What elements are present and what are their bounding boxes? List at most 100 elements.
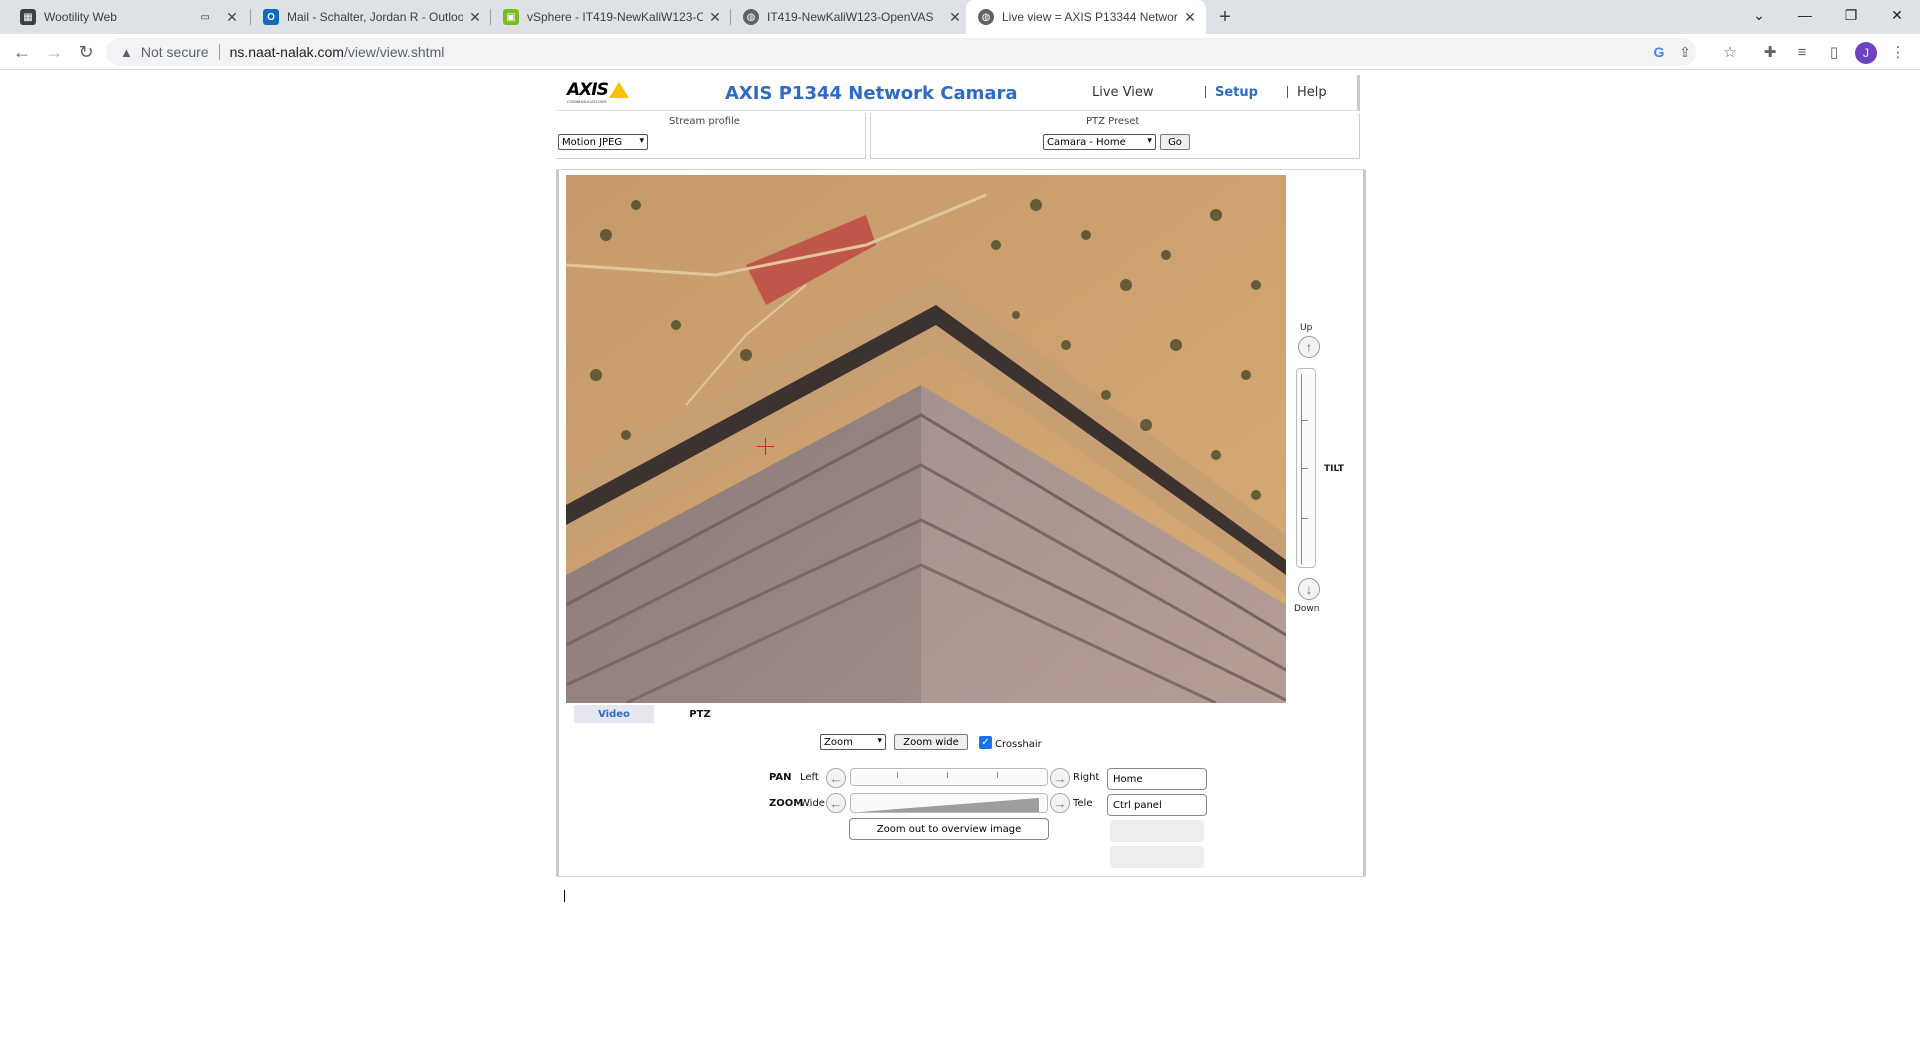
side-panel-icon[interactable]: ▯ <box>1823 41 1845 63</box>
keyboard-icon: ▦ <box>20 9 36 25</box>
live-view-link[interactable]: Live View <box>1092 85 1154 100</box>
tilt-slider-rail <box>1301 374 1309 564</box>
pan-label: PAN <box>769 772 792 783</box>
google-translate-icon[interactable]: G <box>1646 38 1672 66</box>
nav-divider <box>1205 86 1206 98</box>
pan-slider[interactable] <box>850 768 1048 786</box>
chevron-down-icon: ▾ <box>877 736 882 746</box>
zoom-wide-arrow-icon[interactable]: ← <box>826 793 846 813</box>
zoom-wedge-graphic <box>859 798 1039 812</box>
minimize-icon[interactable]: — <box>1782 0 1828 30</box>
tilt-label: TILT <box>1324 464 1344 474</box>
close-icon[interactable]: ✕ <box>224 9 240 25</box>
ptz-preset-value: Camara - Home <box>1047 136 1126 148</box>
pan-right-arrow-icon[interactable]: → <box>1050 768 1070 788</box>
globe-icon: ◍ <box>743 9 759 25</box>
ptz-preset-select[interactable]: Camara - Home ▾ <box>1043 134 1156 150</box>
tilt-tick <box>1302 420 1308 421</box>
video-frame-image <box>566 175 1286 703</box>
close-icon[interactable]: ✕ <box>467 9 483 25</box>
browser-tab-wootility[interactable]: ▦ Wootility Web ▭ ✕ <box>8 0 248 34</box>
zoom-overview-button[interactable]: Zoom out to overview image <box>849 818 1049 840</box>
pan-right-label: Right <box>1073 772 1100 783</box>
crosshair-checkbox[interactable]: ✓ <box>979 736 992 749</box>
browser-tab-vsphere[interactable]: ▣ vSphere - IT419-NewKaliW123-Op ✕ <box>491 0 731 34</box>
pan-left-arrow-icon[interactable]: ← <box>826 768 846 788</box>
axis-logo[interactable]: AXIS COMMUNICATIONS <box>567 80 631 104</box>
browser-tab-strip: ▦ Wootility Web ▭ ✕ O Mail - Schalter, J… <box>0 0 1920 34</box>
tilt-up-label: Up <box>1300 323 1313 333</box>
stream-profile-label: Stream profile <box>669 116 740 127</box>
security-label[interactable]: Not secure <box>141 44 209 60</box>
camera-header: AXIS COMMUNICATIONS AXIS P1344 Network C… <box>557 75 1360 111</box>
zoom-wide-label: Wide <box>800 798 825 809</box>
pan-tick <box>897 772 898 778</box>
close-icon[interactable]: ✕ <box>947 9 963 25</box>
tilt-up-arrow-icon[interactable]: ↑ <box>1298 336 1320 358</box>
tab-video[interactable]: Video <box>574 705 654 723</box>
chevron-down-icon: ▾ <box>639 136 644 146</box>
restore-icon[interactable]: ❐ <box>1828 0 1874 30</box>
tab-title: Mail - Schalter, Jordan R - Outloo <box>287 10 463 24</box>
tab-ptz[interactable]: PTZ <box>660 705 740 723</box>
pan-left-label: Left <box>800 772 819 783</box>
axis-logo-subtitle: COMMUNICATIONS <box>567 99 607 104</box>
setup-link[interactable]: Setup <box>1215 85 1258 100</box>
zoom-mode-select[interactable]: Zoom ▾ <box>820 734 886 750</box>
back-arrow-icon[interactable]: ← <box>8 38 36 66</box>
extensions-puzzle-icon[interactable]: ✚ <box>1759 41 1781 63</box>
tab-search-chevron-icon[interactable]: ⌄ <box>1736 0 1782 30</box>
zoom-slider[interactable] <box>850 793 1048 813</box>
browser-toolbar: ← → ↻ ▲ Not secure ns.naat-nalak.com/vie… <box>0 34 1920 70</box>
page-title: AXIS P1344 Network Camara <box>725 83 1018 104</box>
bookmark-star-icon[interactable]: ☆ <box>1719 41 1741 63</box>
nav-divider <box>1287 86 1288 98</box>
ptz-preset-label: PTZ Preset <box>1086 116 1140 127</box>
ctrl-panel-button[interactable]: Ctrl panel <box>1107 794 1207 816</box>
address-separator <box>218 44 220 60</box>
tilt-down-label: Down <box>1294 604 1320 614</box>
zoom-wide-button[interactable]: Zoom wide <box>894 734 968 750</box>
live-video-stream[interactable] <box>566 175 1286 703</box>
address-bar[interactable]: ▲ Not secure ns.naat-nalak.com/view/view… <box>106 38 1696 66</box>
url-host: ns.naat-nalak.com <box>229 44 344 60</box>
ptz-go-button[interactable]: Go <box>1160 134 1190 150</box>
zoom-mode-value: Zoom <box>824 736 853 748</box>
forward-arrow-icon[interactable]: → <box>40 38 68 66</box>
window-close-icon[interactable]: ✕ <box>1874 0 1920 30</box>
home-button[interactable]: Home <box>1107 768 1207 790</box>
axis-logo-triangle <box>609 82 629 98</box>
url-path: /view/view.shtml <box>343 44 445 60</box>
close-icon[interactable]: ✕ <box>1182 9 1198 25</box>
pan-tick <box>947 772 948 778</box>
globe-icon: ◍ <box>978 9 994 25</box>
share-icon[interactable]: ⇪ <box>1672 38 1698 66</box>
pan-tick <box>997 772 998 778</box>
menu-kebab-icon[interactable]: ⋮ <box>1887 41 1909 63</box>
axis-logo-wordmark: AXIS <box>567 80 609 100</box>
zoom-tele-arrow-icon[interactable]: → <box>1050 793 1070 813</box>
close-icon[interactable]: ✕ <box>707 9 723 25</box>
stream-profile-select[interactable]: Motion JPEG ▾ <box>558 134 648 150</box>
empty-preset-slot <box>1110 846 1204 868</box>
profile-avatar[interactable]: J <box>1855 42 1877 64</box>
vsphere-icon: ▣ <box>503 9 519 25</box>
warning-triangle-icon: ▲ <box>120 44 133 60</box>
tilt-down-arrow-icon[interactable]: ↓ <box>1298 578 1320 600</box>
help-link[interactable]: Help <box>1297 85 1327 100</box>
browser-tab-openvas[interactable]: ◍ IT419-NewKaliW123-OpenVAS ✕ <box>731 0 971 34</box>
stream-profile-value: Motion JPEG <box>562 136 623 148</box>
new-tab-plus-icon[interactable]: + <box>1213 5 1237 29</box>
tab-media-icon: ▭ <box>200 11 210 23</box>
crosshair-marker <box>757 438 774 455</box>
browser-tab-live-view[interactable]: ◍ Live view = AXIS P13344 Network ✕ <box>966 0 1206 34</box>
media-queue-icon[interactable]: ≡ <box>1791 41 1813 63</box>
outlook-icon: O <box>263 9 279 25</box>
tilt-tick <box>1302 518 1308 519</box>
empty-preset-slot <box>1110 820 1204 842</box>
reload-icon[interactable]: ↻ <box>72 38 100 66</box>
tab-title: Wootility Web <box>44 10 117 24</box>
crosshair-label: Crosshair <box>995 739 1042 750</box>
zoom-label: ZOOM <box>769 798 804 809</box>
browser-tab-outlook[interactable]: O Mail - Schalter, Jordan R - Outloo ✕ <box>251 0 491 34</box>
